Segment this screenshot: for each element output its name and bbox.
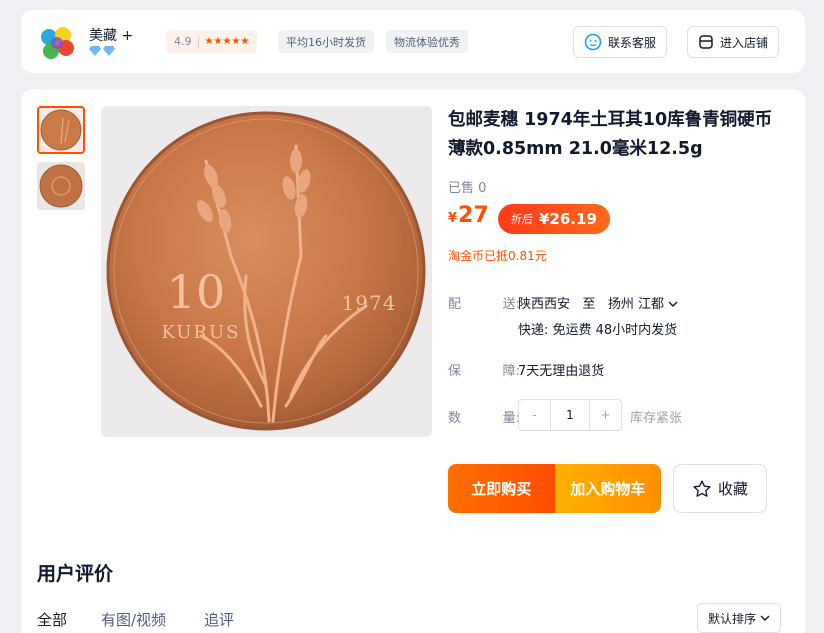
taojin-discount: 淘金币已抵0.81元 bbox=[448, 249, 547, 263]
store-icon bbox=[699, 35, 713, 49]
star-icon bbox=[693, 479, 711, 497]
buy-now-button[interactable]: 立即购买 bbox=[448, 464, 555, 513]
chevron-down-icon[interactable] bbox=[668, 300, 678, 308]
shop-tag-shipping: 平均16小时发货 bbox=[278, 30, 374, 53]
quantity-input[interactable]: 1 bbox=[550, 400, 590, 430]
delivery-label: 配送: bbox=[448, 297, 520, 312]
review-tab-all[interactable]: 全部 bbox=[37, 609, 67, 630]
star-icons: ★★★★★ bbox=[204, 36, 250, 47]
purchase-actions: 立即购买 加入购物车 bbox=[448, 464, 661, 513]
shop-logo[interactable] bbox=[37, 23, 77, 63]
chevron-down-icon bbox=[760, 615, 770, 621]
diamond-icons bbox=[89, 46, 115, 56]
price: ¥ 27 bbox=[448, 203, 489, 228]
sold-count: 已售 0 bbox=[448, 181, 487, 196]
shop-rating: 4.9 ★★★★★ bbox=[166, 30, 258, 53]
stock-status: 库存紧张 bbox=[630, 411, 683, 426]
product-main-image[interactable]: 10 KURUS 1974 bbox=[101, 106, 432, 437]
coin-year-text: 1974 bbox=[342, 291, 397, 315]
reviews-title: 用户评价 bbox=[37, 563, 114, 585]
delivery-route: 陕西西安 至 扬州 江都 bbox=[518, 293, 678, 312]
shop-tag-logistics: 物流体验优秀 bbox=[386, 30, 468, 53]
rating-score: 4.9 bbox=[174, 35, 192, 48]
review-tab-media[interactable]: 有图/视频 bbox=[101, 609, 166, 630]
express-info: 快递: 免运费 48小时内发货 bbox=[518, 323, 678, 338]
thumbnail-1[interactable] bbox=[37, 106, 85, 154]
favorite-button[interactable]: 收藏 bbox=[673, 464, 767, 513]
sort-dropdown[interactable]: 默认排序 bbox=[697, 603, 782, 633]
quantity-label: 数量: bbox=[448, 411, 520, 426]
review-tab-followup[interactable]: 追评 bbox=[204, 609, 234, 630]
enter-store-button[interactable]: 进入店铺 bbox=[687, 26, 780, 58]
guarantee-value[interactable]: 7天无理由退货 bbox=[518, 360, 604, 379]
decrease-button[interactable]: - bbox=[519, 400, 550, 430]
shop-header: 美藏 + 4.9 ★★★★★ 平均16小时发货 物流体验优秀 联系客服 进入店铺 bbox=[21, 10, 805, 73]
guarantee-label: 保障: bbox=[448, 364, 520, 379]
thumbnail-2[interactable] bbox=[37, 162, 85, 210]
coin-image: 10 KURUS 1974 bbox=[101, 106, 432, 437]
coin-thumbnail bbox=[37, 162, 85, 210]
contact-service-button[interactable]: 联系客服 bbox=[573, 26, 668, 58]
coin-value-text: 10 bbox=[167, 265, 226, 319]
coin-thumbnail bbox=[39, 108, 83, 152]
destination-selector[interactable]: 扬州 江都 bbox=[608, 297, 678, 312]
service-icon bbox=[584, 33, 602, 51]
product-title: 包邮麦穗 1974年土耳其10库鲁青铜硬币 薄款0.85mm 21.0毫米12.… bbox=[448, 110, 773, 159]
diamond-icon bbox=[103, 46, 115, 56]
coin-unit-text: KURUS bbox=[161, 322, 240, 343]
increase-button[interactable]: + bbox=[590, 400, 621, 430]
quantity-stepper[interactable]: - 1 + bbox=[518, 399, 622, 431]
add-to-cart-button[interactable]: 加入购物车 bbox=[554, 464, 661, 513]
diamond-icon bbox=[89, 46, 101, 56]
coupon-price-badge: 折后 ¥26.19 bbox=[498, 204, 610, 234]
shop-name[interactable]: 美藏 + bbox=[89, 25, 133, 45]
product-card: 10 KURUS 1974 包邮麦穗 1974年土耳其10库鲁青铜硬币 薄款0.… bbox=[21, 89, 805, 633]
